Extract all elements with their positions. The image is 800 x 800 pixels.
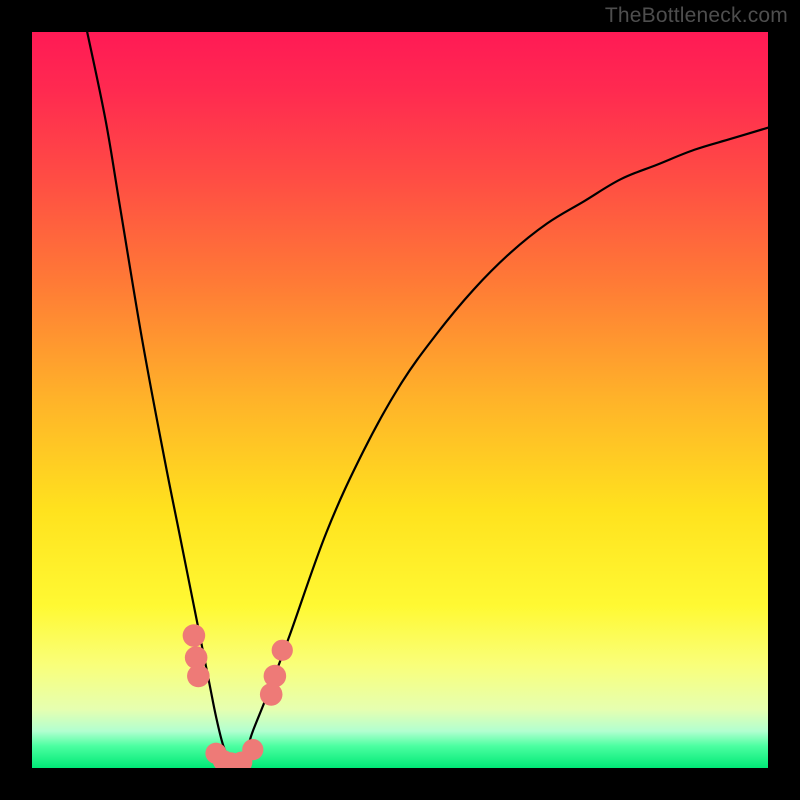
data-marker — [183, 624, 206, 647]
chart-svg — [32, 32, 768, 768]
data-marker — [264, 665, 287, 688]
data-marker — [242, 739, 263, 760]
plot-area — [32, 32, 768, 768]
data-marker — [272, 640, 293, 661]
data-marker — [187, 665, 210, 688]
chart-stage: TheBottleneck.com — [0, 0, 800, 800]
watermark-text: TheBottleneck.com — [605, 4, 788, 28]
data-markers — [183, 624, 293, 768]
